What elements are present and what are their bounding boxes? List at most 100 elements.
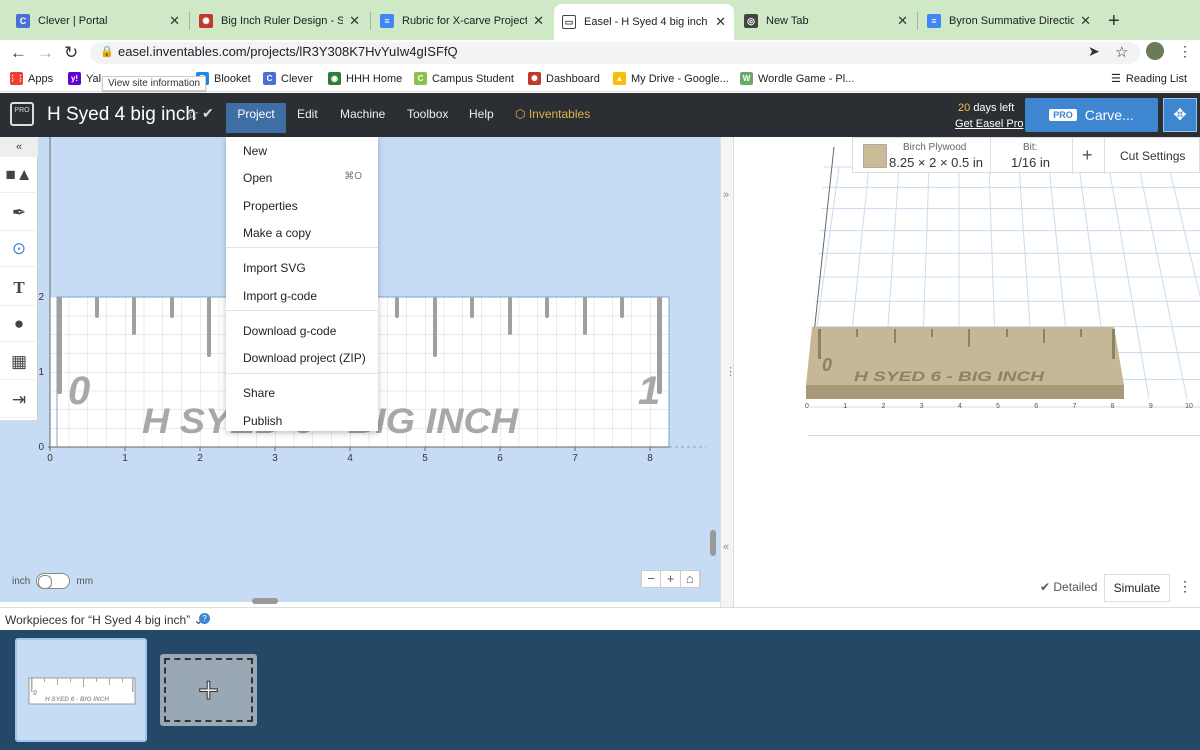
inventables-link[interactable]: ⬡ Inventables — [515, 107, 590, 121]
help-icon[interactable]: ? — [199, 613, 210, 624]
menu-item-new[interactable]: New — [226, 139, 378, 163]
ruler-start-number[interactable]: 0 — [68, 369, 90, 413]
reload-icon[interactable]: ↻ — [64, 43, 78, 63]
menu-item-download-project[interactable]: Download project (ZIP) — [226, 346, 378, 370]
workpiece-thumbnail[interactable]: 0 H SYED 6 - BIG INCH — [15, 638, 147, 742]
zoom-out-button[interactable]: − — [642, 571, 662, 587]
favorite-star-icon[interactable]: ☆ — [186, 105, 199, 123]
bookmark-dashboard[interactable]: ✺ Dashboard — [528, 72, 600, 85]
easel-logo-icon[interactable]: PRO — [10, 102, 34, 126]
target-icon[interactable]: ⊙ — [0, 231, 38, 267]
horizontal-scrollbar[interactable] — [252, 598, 278, 604]
ruler-end-number[interactable]: 1 — [638, 369, 660, 413]
reading-list-button[interactable]: ☰ Reading List — [1111, 72, 1187, 86]
ruler-tick-mark[interactable] — [470, 297, 474, 318]
material-name[interactable]: Birch Plywood — [903, 142, 966, 153]
material-swatch[interactable] — [863, 144, 887, 168]
add-workpiece-button[interactable]: + — [160, 654, 257, 726]
browser-tab[interactable]: C Clever | Portal ✕ — [8, 6, 188, 36]
detailed-toggle[interactable]: ✔ Detailed — [1040, 580, 1097, 594]
apps-apple-icon[interactable]: ● — [0, 306, 38, 342]
ruler-tick-mark[interactable] — [583, 297, 587, 335]
pen-icon[interactable]: ✒ — [0, 195, 38, 231]
close-icon[interactable]: ✕ — [715, 14, 726, 30]
bookmark-hhh-home[interactable]: ◉ HHH Home — [328, 72, 402, 85]
bit-value[interactable]: 1/16 in — [1011, 155, 1050, 170]
project-title[interactable]: H Syed 4 big inch — [47, 104, 196, 126]
panel-divider[interactable]: » ⋮ « — [720, 137, 736, 607]
expand-right-icon[interactable]: » — [723, 189, 729, 201]
menu-item-import-svg[interactable]: Import SVG — [226, 256, 378, 280]
ruler-tick-mark[interactable] — [545, 297, 549, 318]
close-icon[interactable]: ✕ — [1080, 13, 1091, 29]
expand-left-icon[interactable]: « — [723, 541, 729, 553]
forward-icon[interactable]: → — [37, 43, 54, 63]
bookmark-clever[interactable]: C Clever — [263, 72, 313, 85]
browser-menu-icon[interactable]: ⋮ — [1178, 43, 1192, 60]
bookmark-my-drive[interactable]: ▲ My Drive - Google... — [613, 72, 729, 85]
lock-icon[interactable]: 🔒 — [100, 45, 114, 58]
profile-avatar[interactable] — [1146, 42, 1164, 60]
menu-item-download-gcode[interactable]: Download g-code — [226, 319, 378, 343]
ruler-tick-mark[interactable] — [620, 297, 624, 318]
menu-machine[interactable]: Machine — [340, 107, 385, 121]
ruler-tick-mark[interactable] — [508, 297, 512, 335]
browser-tab[interactable]: ◎ New Tab ✕ — [736, 6, 916, 36]
more-options-icon[interactable]: ⋮ — [1178, 578, 1192, 595]
menu-help[interactable]: Help — [469, 107, 494, 121]
ruler-tick-mark[interactable] — [57, 297, 62, 394]
simulate-button[interactable]: Simulate — [1104, 574, 1170, 602]
ruler-tick-mark[interactable] — [395, 297, 399, 318]
menu-item-properties[interactable]: Properties — [226, 194, 378, 218]
ruler-tick-mark[interactable] — [95, 297, 99, 318]
send-icon[interactable]: ➤ — [1088, 43, 1100, 60]
workpieces-label[interactable]: Workpieces for “H Syed 4 big inch” ⌄ — [5, 613, 204, 627]
yahoo-icon: y! — [68, 72, 81, 85]
zoom-in-button[interactable]: + — [661, 571, 681, 587]
3d-preview-panel[interactable]: 0 1 2 3 4 5 6 7 8 9 10 0 H SYED 6 - BIG INCH — [734, 137, 1200, 607]
ruler-tick-mark[interactable] — [132, 297, 136, 335]
blocks-icon[interactable]: ▦ — [0, 344, 38, 380]
material-dimensions[interactable]: 8.25 × 2 × 0.5 in — [889, 155, 983, 170]
browser-tab[interactable]: ≡ Byron Summative Direction ✕ — [919, 6, 1099, 36]
browser-tab[interactable]: ≡ Rubric for X-carve Projects ✕ — [372, 6, 552, 36]
browser-tab-active[interactable]: ▭ Easel - H Syed 4 big inch ✕ — [554, 4, 734, 40]
menu-item-share[interactable]: Share — [226, 381, 378, 405]
menu-toolbox[interactable]: Toolbox — [407, 107, 448, 121]
close-icon[interactable]: ✕ — [897, 13, 908, 29]
back-icon[interactable]: ← — [10, 43, 27, 63]
menu-edit[interactable]: Edit — [297, 107, 318, 121]
new-tab-icon[interactable]: + — [1108, 10, 1120, 33]
close-icon[interactable]: ✕ — [349, 13, 360, 29]
browser-tab[interactable]: ✺ Big Inch Ruler Design - Sub ✕ — [191, 6, 368, 36]
collapse-up-icon[interactable]: « — [0, 137, 38, 157]
menu-item-make-copy[interactable]: Make a copy — [226, 221, 378, 245]
url-text[interactable]: easel.inventables.com/projects/lR3Y308K7… — [118, 44, 458, 59]
import-icon[interactable]: ⇥ — [0, 382, 38, 418]
menu-item-open[interactable]: Open ⌘O — [226, 166, 378, 190]
home-icon[interactable]: ⌂ — [681, 571, 700, 587]
3d-ruler-tick — [1112, 329, 1115, 359]
menu-item-publish[interactable]: Publish — [226, 409, 378, 433]
add-bit-button[interactable]: + — [1082, 145, 1093, 166]
cut-settings-button[interactable]: Cut Settings — [1120, 149, 1185, 163]
bookmark-apps[interactable]: ⋮⋮ Apps — [9, 72, 53, 85]
unit-toggle[interactable] — [36, 573, 71, 589]
menu-project[interactable]: Project — [226, 103, 286, 133]
shapes-icon[interactable]: ■▲ — [0, 157, 38, 193]
close-icon[interactable]: ✕ — [533, 13, 544, 29]
carve-button[interactable]: PRO Carve... — [1025, 98, 1158, 132]
text-tool-icon[interactable]: T — [0, 270, 38, 306]
vertical-scrollbar[interactable] — [710, 530, 716, 556]
close-icon[interactable]: ✕ — [169, 13, 180, 29]
ruler-tick-mark[interactable] — [170, 297, 174, 318]
bookmark-campus-student[interactable]: C Campus Student — [414, 72, 514, 85]
ruler-tick-mark[interactable] — [433, 297, 437, 357]
get-easel-pro-link[interactable]: Get Easel Pro — [955, 118, 1023, 130]
bookmark-wordle[interactable]: W Wordle Game - Pl... — [740, 72, 854, 85]
menu-item-import-gcode[interactable]: Import g-code — [226, 284, 378, 308]
bookmark-yahoo[interactable]: y! Yal — [68, 72, 101, 85]
machine-controls-icon[interactable]: ✥ — [1163, 98, 1197, 132]
bookmark-star-icon[interactable]: ☆ — [1115, 43, 1128, 61]
ruler-tick-mark[interactable] — [207, 297, 211, 357]
